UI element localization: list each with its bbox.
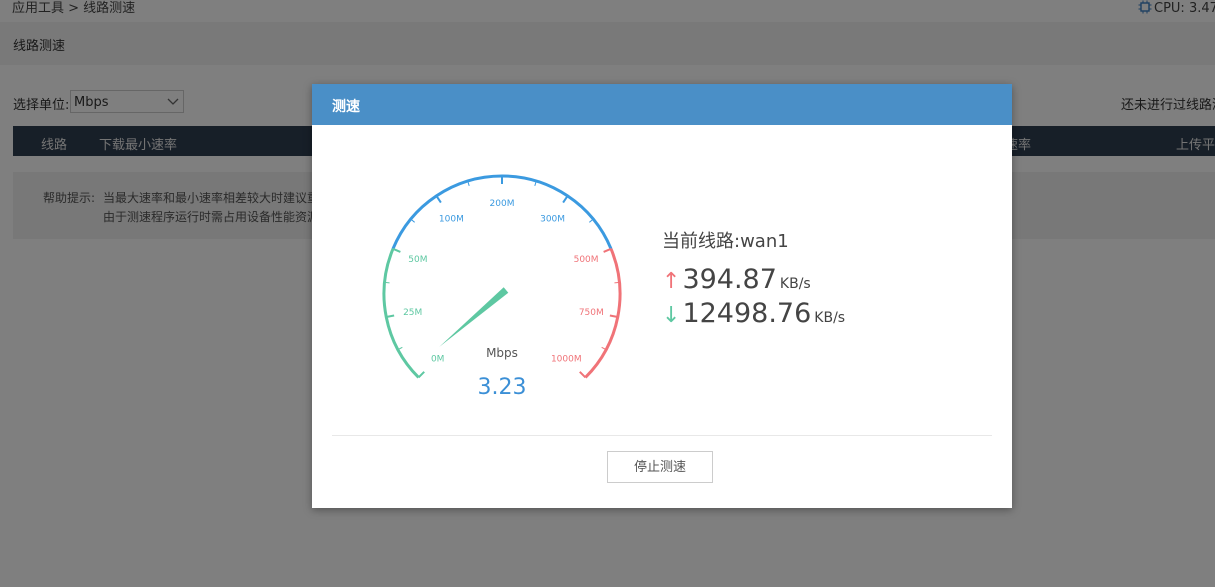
current-line-label: 当前线路:: [662, 231, 741, 252]
dialog-title: 测速: [332, 99, 360, 115]
gauge-tick-label: 1000M: [551, 354, 582, 364]
gauge-arc-mid: [391, 174, 613, 250]
gauge-tick: [410, 218, 415, 223]
gauge-tick: [589, 218, 594, 223]
download-arrow-icon: ↓: [662, 303, 681, 328]
gauge-tick: [417, 371, 425, 379]
dialog-header: 测速: [312, 84, 1012, 125]
gauge-tick-label: 25M: [403, 308, 422, 318]
gauge-value: 3.23: [478, 375, 527, 400]
gauge-tick-label: 100M: [439, 214, 464, 224]
current-line-value: wan1: [740, 231, 789, 252]
gauge-tick-label: 200M: [490, 199, 515, 209]
gauge-tick-label: 300M: [540, 214, 565, 224]
gauge-tick-label: 500M: [574, 255, 599, 265]
gauge-tick-label: 750M: [579, 308, 604, 318]
stop-test-button[interactable]: 停止测速: [607, 451, 713, 483]
dialog-divider: [332, 435, 992, 436]
gauge-tick: [579, 371, 587, 379]
speed-test-dialog: 测速 0M 25M 50M 100M 200M 300M 500M 750M 1000M Mbp…: [312, 84, 1012, 508]
current-line: 当前线路:wan1: [662, 227, 789, 253]
gauge-needle: [439, 287, 509, 347]
gauge-tick: [603, 247, 612, 253]
gauge-tick: [435, 195, 442, 204]
gauge-tick-label: 50M: [408, 255, 427, 265]
download-rate-unit: KB/s: [814, 310, 846, 326]
gauge-tick: [562, 195, 569, 204]
download-rate: ↓12498.76 KB/s: [662, 298, 845, 329]
upload-rate: ↑394.87 KB/s: [662, 264, 811, 295]
gauge-tick-label: 0M: [431, 354, 445, 364]
upload-rate-unit: KB/s: [779, 276, 811, 292]
gauge-unit: Mbps: [486, 346, 518, 360]
upload-arrow-icon: ↑: [662, 269, 681, 294]
speed-gauge: 0M 25M 50M 100M 200M 300M 500M 750M 1000M Mbps 3…: [382, 174, 622, 400]
gauge-tick: [392, 247, 401, 253]
upload-rate-value: 394.87: [682, 264, 777, 295]
download-rate-value: 12498.76: [682, 298, 812, 329]
